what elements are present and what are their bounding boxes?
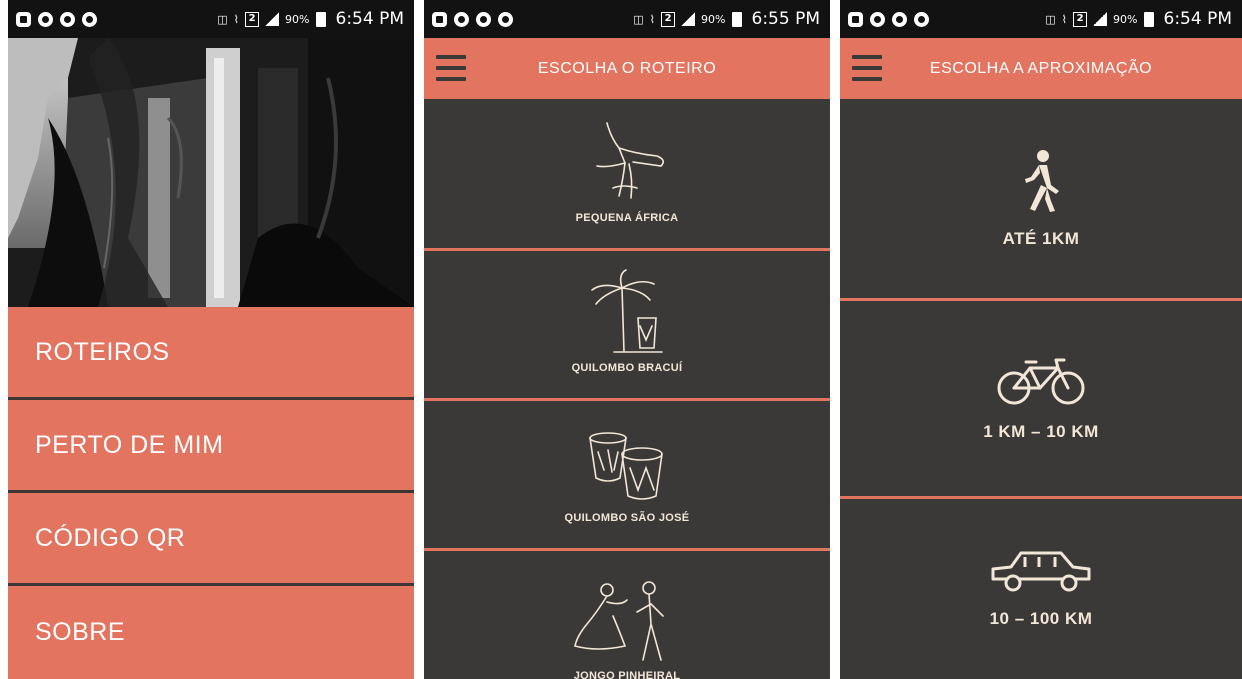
hamburger-menu-icon[interactable]: [852, 51, 882, 85]
messenger-icon: [476, 11, 491, 27]
route-label: QUILOMBO BRACUÍ: [571, 362, 683, 374]
nfc-icon: ◫: [217, 12, 228, 26]
bicycle-icon: [997, 358, 1085, 404]
location-icon: [914, 11, 929, 27]
ruins-photo-image: [8, 38, 414, 307]
notification-icons: [432, 11, 513, 27]
menu-item-roteiros[interactable]: ROTEIROS: [8, 307, 414, 400]
palm-drum-icon: [591, 269, 663, 353]
menu-item-label: ROTEIROS: [35, 337, 170, 366]
signal-icon: [1093, 12, 1108, 26]
route-item-quilombo-bracui[interactable]: QUILOMBO BRACUÍ: [424, 251, 830, 401]
wifi-icon: ⌇: [649, 12, 656, 26]
hamburger-menu-icon[interactable]: [436, 51, 466, 85]
capoeira-icon: [596, 122, 665, 199]
route-label: PEQUENA ÁFRICA: [575, 212, 679, 224]
signal-icon: [265, 12, 280, 26]
notification-icons: [848, 11, 929, 27]
approach-label: 10 – 100 KM: [989, 609, 1093, 628]
main-menu-screen: ◫ ⌇ 2 90% 6:54 PM ROTEIROS PERTO DE MIM …: [8, 0, 414, 679]
wifi-icon: ⌇: [1061, 12, 1068, 26]
car-icon: [991, 551, 1091, 592]
sim-icon: 2: [661, 11, 676, 27]
menu-item-label: PERTO DE MIM: [35, 430, 224, 459]
battery-icon: [1143, 11, 1154, 27]
notification-icons: [16, 11, 97, 27]
location-icon: [498, 11, 513, 27]
battery-percent: 90%: [701, 12, 726, 26]
app-bar: ESCOLHA A APROXIMAÇÃO: [840, 38, 1242, 99]
sim-icon: 2: [1073, 11, 1088, 27]
drums-icon: [589, 432, 663, 500]
back-notification-icon: [848, 11, 863, 27]
wifi-icon: ⌇: [233, 12, 240, 26]
page-title: ESCOLHA A APROXIMAÇÃO: [929, 59, 1153, 77]
back-notification-icon: [432, 11, 447, 27]
walking-icon: [1025, 149, 1059, 212]
messenger-icon: [870, 11, 885, 27]
approach-item-car[interactable]: 10 – 100 KM: [840, 499, 1242, 679]
approach-label: 1 KM – 10 KM: [983, 421, 1099, 441]
approach-screen: ◫ ⌇ 2 90% 6:54 PM ESCOLHA A APROXIMAÇÃO …: [840, 0, 1242, 679]
messenger-icon: [892, 11, 907, 27]
approach-item-bicycle[interactable]: 1 KM – 10 KM: [840, 301, 1242, 499]
nfc-icon: ◫: [1045, 12, 1056, 26]
status-bar: ◫ ⌇ 2 90% 6:54 PM: [8, 0, 414, 38]
clock: 6:55 PM: [751, 9, 821, 29]
routes-screen: ◫ ⌇ 2 90% 6:55 PM ESCOLHA O ROTEIRO PEQU…: [424, 0, 830, 679]
route-label: QUILOMBO SÃO JOSÉ: [564, 512, 690, 524]
hero-photo: [8, 38, 414, 307]
app-bar: ESCOLHA O ROTEIRO: [424, 38, 830, 99]
messenger-icon: [38, 11, 53, 27]
clock: 6:54 PM: [1163, 9, 1233, 29]
messenger-icon: [60, 11, 75, 27]
battery-percent: 90%: [1113, 12, 1138, 26]
menu-item-sobre[interactable]: SOBRE: [8, 586, 414, 679]
back-notification-icon: [16, 11, 31, 27]
route-item-quilombo-sao-jose[interactable]: QUILOMBO SÃO JOSÉ: [424, 401, 830, 551]
approach-label: ATÉ 1KM: [1002, 228, 1080, 248]
clock: 6:54 PM: [335, 9, 405, 29]
battery-percent: 90%: [285, 12, 310, 26]
menu-item-label: SOBRE: [35, 618, 126, 646]
status-bar: ◫ ⌇ 2 90% 6:55 PM: [424, 0, 830, 38]
menu-item-codigo-qr[interactable]: CÓDIGO QR: [8, 493, 414, 586]
menu-item-perto-de-mim[interactable]: PERTO DE MIM: [8, 400, 414, 493]
signal-icon: [681, 12, 696, 26]
menu-item-label: CÓDIGO QR: [35, 523, 186, 552]
battery-icon: [731, 11, 742, 27]
nfc-icon: ◫: [633, 12, 644, 26]
route-item-jongo-pinheiral[interactable]: JONGO PINHEIRAL: [424, 551, 830, 679]
location-icon: [82, 11, 97, 27]
page-title: ESCOLHA O ROTEIRO: [537, 59, 717, 77]
sim-icon: 2: [245, 11, 260, 27]
status-bar: ◫ ⌇ 2 90% 6:54 PM: [840, 0, 1242, 38]
battery-icon: [315, 11, 326, 27]
route-item-pequena-africa[interactable]: PEQUENA ÁFRICA: [424, 99, 830, 251]
approach-item-walking[interactable]: ATÉ 1KM: [840, 99, 1242, 301]
messenger-icon: [454, 11, 469, 27]
dancers-icon: [574, 581, 664, 661]
route-label: JONGO PINHEIRAL: [573, 670, 681, 679]
